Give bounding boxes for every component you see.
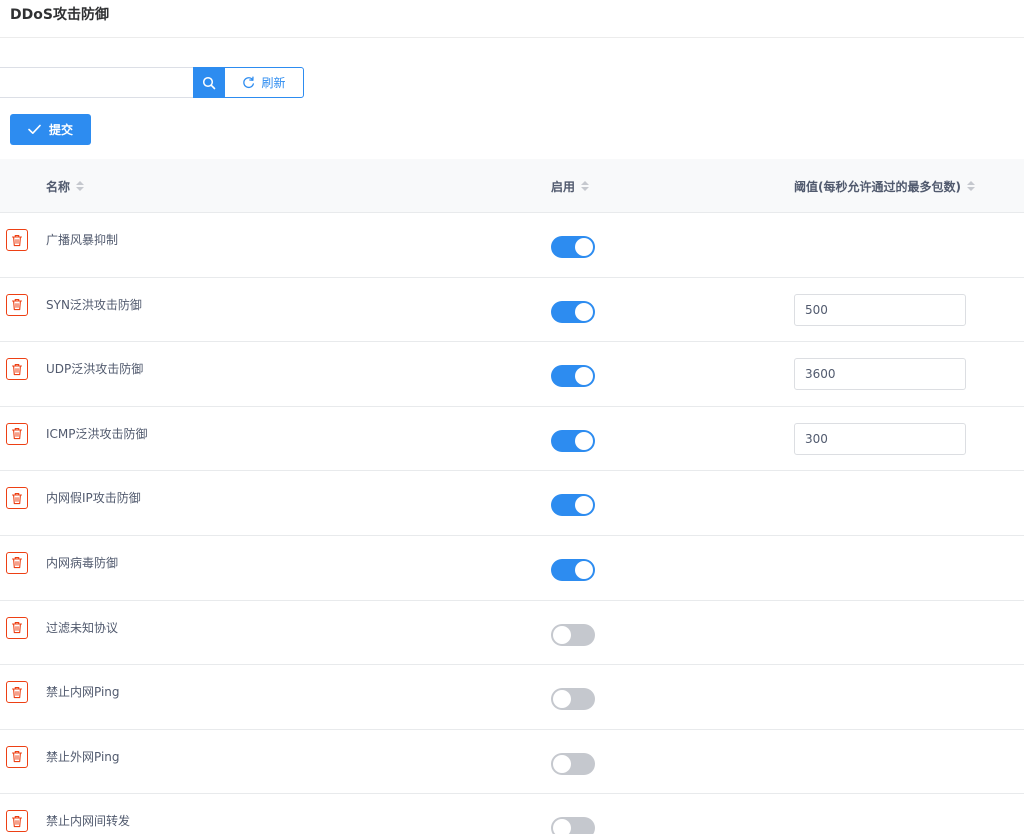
- enable-switch[interactable]: [551, 623, 595, 646]
- switch-knob: [575, 496, 593, 515]
- table-row: ICMP泛洪攻击防御: [0, 407, 1024, 472]
- trash-icon: [11, 557, 23, 569]
- switch-knob: [575, 367, 593, 386]
- check-icon: [28, 124, 41, 134]
- switch-knob: [575, 302, 593, 321]
- delete-button[interactable]: [6, 616, 28, 639]
- ddos-rules-table: 名称 启用 阈值(每秒允许通过的最多包数) 广播风暴抑制 SYN泛洪攻击防御 UDP…: [0, 159, 1024, 834]
- refresh-button[interactable]: 刷新: [224, 67, 304, 98]
- enable-switch[interactable]: [551, 688, 595, 711]
- trash-icon: [11, 686, 23, 698]
- page-title: DDoS攻击防御: [10, 7, 109, 23]
- column-threshold-label: 阈值(每秒允许通过的最多包数): [794, 179, 961, 194]
- column-header-threshold[interactable]: 阈值(每秒允许通过的最多包数): [794, 159, 975, 213]
- enable-switch[interactable]: [551, 752, 595, 775]
- table-row: UDP泛洪攻击防御: [0, 342, 1024, 407]
- title-bar: DDoS攻击防御: [0, 0, 1024, 38]
- enable-switch[interactable]: [551, 300, 595, 323]
- delete-button[interactable]: [6, 810, 28, 833]
- sort-icon[interactable]: [581, 181, 590, 191]
- delete-button[interactable]: [6, 229, 28, 251]
- trash-icon: [11, 363, 23, 375]
- ddos-defense-page: DDoS攻击防御 刷新 提交 名称 启用 阈值(每秒允许通过的最多包数) 广播风…: [0, 0, 1024, 834]
- enable-switch[interactable]: [551, 429, 595, 452]
- table-row: 禁止内网Ping: [0, 665, 1024, 730]
- rule-name: 广播风暴抑制: [46, 233, 119, 247]
- rule-name: 禁止外网Ping: [46, 749, 120, 764]
- rule-name: SYN泛洪攻击防御: [46, 297, 142, 312]
- trash-icon: [11, 751, 23, 763]
- table-row: 广播风暴抑制: [0, 213, 1024, 278]
- column-name-label: 名称: [46, 179, 71, 194]
- table-row: 内网病毒防御: [0, 536, 1024, 601]
- table-row: 禁止内网间转发: [0, 794, 1024, 834]
- enable-switch[interactable]: [551, 236, 595, 258]
- delete-button[interactable]: [6, 487, 28, 510]
- switch-knob: [553, 754, 571, 773]
- rule-name: UDP泛洪攻击防御: [46, 362, 144, 377]
- rule-name: 过滤未知协议: [46, 620, 119, 635]
- delete-button[interactable]: [6, 422, 28, 445]
- enable-switch[interactable]: [551, 494, 595, 517]
- trash-icon: [11, 815, 23, 827]
- table-row: 禁止外网Ping: [0, 730, 1024, 795]
- search-icon: [202, 76, 215, 89]
- column-enabled-label: 启用: [551, 179, 576, 194]
- trash-icon: [11, 428, 23, 440]
- sort-icon[interactable]: [966, 181, 975, 191]
- rule-name: 禁止内网Ping: [46, 685, 120, 700]
- enable-switch[interactable]: [551, 817, 595, 834]
- switch-knob: [553, 625, 571, 644]
- table-row: 内网假IP攻击防御: [0, 471, 1024, 536]
- switch-knob: [575, 238, 593, 256]
- refresh-icon: [243, 76, 255, 89]
- enable-switch[interactable]: [551, 365, 595, 388]
- switch-knob: [553, 690, 571, 709]
- trash-icon: [11, 234, 23, 246]
- trash-icon: [11, 622, 23, 634]
- sort-icon[interactable]: [76, 181, 85, 191]
- trash-icon: [11, 299, 23, 311]
- delete-button[interactable]: [6, 681, 28, 704]
- submit-button[interactable]: 提交: [10, 114, 91, 145]
- switch-knob: [575, 431, 593, 450]
- column-header-name[interactable]: 名称: [46, 159, 85, 213]
- column-header-enabled[interactable]: 启用: [551, 159, 590, 213]
- rule-name: ICMP泛洪攻击防御: [46, 426, 148, 441]
- delete-button[interactable]: [6, 358, 28, 381]
- switch-knob: [553, 819, 571, 834]
- table-row: SYN泛洪攻击防御: [0, 278, 1024, 343]
- search-input[interactable]: [0, 67, 193, 98]
- delete-button[interactable]: [6, 293, 28, 316]
- search-button[interactable]: [193, 67, 224, 98]
- threshold-input[interactable]: [794, 358, 966, 391]
- table-row: 过滤未知协议: [0, 601, 1024, 666]
- threshold-input[interactable]: [794, 293, 966, 326]
- threshold-input[interactable]: [794, 422, 966, 455]
- table-header: 名称 启用 阈值(每秒允许通过的最多包数): [0, 159, 1024, 213]
- rule-name: 内网病毒防御: [46, 555, 119, 570]
- rule-name: 内网假IP攻击防御: [46, 491, 141, 506]
- submit-label: 提交: [48, 123, 73, 137]
- table-body: 广播风暴抑制 SYN泛洪攻击防御 UDP泛洪攻击防御 ICMP泛洪攻击防御内网假IP攻…: [0, 213, 1024, 834]
- enable-switch[interactable]: [551, 558, 595, 581]
- refresh-label: 刷新: [261, 76, 286, 90]
- delete-button[interactable]: [6, 745, 28, 768]
- switch-knob: [575, 560, 593, 579]
- delete-button[interactable]: [6, 551, 28, 574]
- rule-name: 禁止内网间转发: [46, 814, 131, 829]
- trash-icon: [11, 492, 23, 505]
